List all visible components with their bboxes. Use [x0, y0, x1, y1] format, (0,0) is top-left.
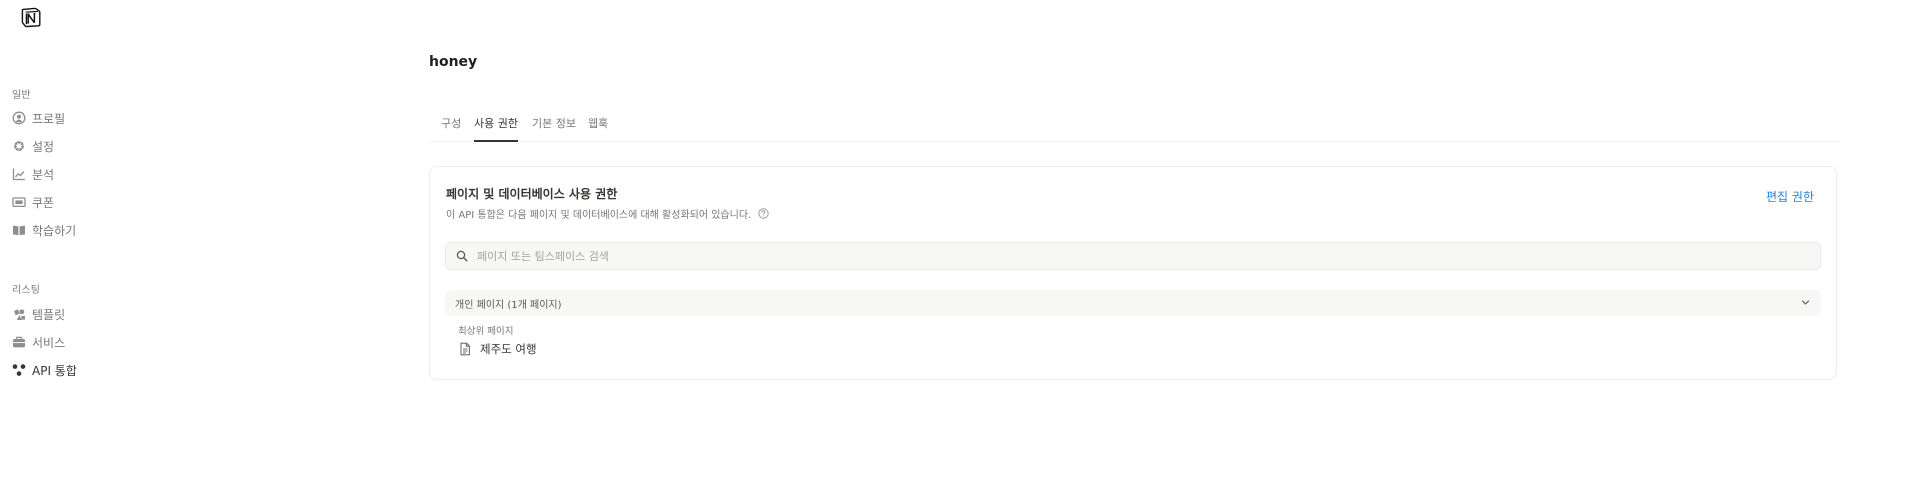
page-list-item[interactable]: 제주도 여행: [458, 341, 537, 357]
sidebar-item-label: 분석: [32, 167, 55, 182]
private-pages-group-header[interactable]: 개인 페이지 (1개 페이지): [445, 290, 1821, 316]
sidebar-item-services[interactable]: 서비스: [12, 332, 65, 352]
sidebar-item-label: 학습하기: [32, 223, 77, 238]
book-icon: [12, 223, 26, 237]
top-level-pages-label: 최상위 페이지: [458, 326, 514, 337]
card-description: 이 API 통합은 다음 페이지 및 데이터베이스에 대해 활성화되어 있습니다…: [446, 206, 769, 221]
sidebar-item-learn[interactable]: 학습하기: [12, 220, 76, 240]
page-search-box[interactable]: [445, 242, 1821, 270]
tab-configuration[interactable]: 구성: [441, 115, 461, 142]
sidebar-item-analytics[interactable]: 분석: [12, 164, 54, 184]
sidebar-item-api-integrations[interactable]: API 통합: [12, 360, 77, 380]
sidebar-item-label: 쿠폰: [32, 195, 55, 210]
permissions-card: 페이지 및 데이터베이스 사용 권한 이 API 통합은 다음 페이지 및 데이…: [429, 166, 1837, 380]
sidebar-section-general: 일반: [12, 90, 31, 101]
group-header-label: 개인 페이지 (1개 페이지): [455, 299, 562, 311]
template-icon: [12, 307, 26, 321]
sidebar-item-label: API 통합: [32, 363, 77, 378]
settings-tabs: 구성 사용 권한 기본 정보 웹훅: [429, 115, 1840, 142]
sidebar-item-label: 설정: [32, 139, 55, 154]
sidebar-item-profile[interactable]: 프로필: [12, 108, 65, 128]
gear-icon: [12, 139, 26, 153]
briefcase-icon: [12, 335, 26, 349]
integration-name-title: honey: [429, 54, 478, 70]
tab-permissions[interactable]: 사용 권한: [474, 115, 518, 142]
coupon-icon: [12, 195, 26, 209]
api-icon: [12, 363, 26, 377]
chart-icon: [12, 167, 26, 181]
sidebar-section-listing: 리스팅: [12, 285, 41, 296]
edit-permissions-link[interactable]: 편집 권한: [1766, 188, 1814, 205]
page-title: 제주도 여행: [480, 342, 537, 356]
sidebar-item-label: 템플릿: [32, 307, 66, 322]
chevron-down-icon[interactable]: [1800, 297, 1811, 308]
sidebar-item-coupons[interactable]: 쿠폰: [12, 192, 54, 212]
sidebar-item-settings[interactable]: 설정: [12, 136, 54, 156]
help-circle-icon[interactable]: [758, 208, 769, 219]
sidebar-item-label: 프로필: [32, 111, 66, 126]
integration-settings-page: 일반 프로필 설정 분석 쿠폰 학습하기 리스팅 템플릿 서비스 API 통합 …: [0, 0, 1920, 496]
tab-basic-info[interactable]: 기본 정보: [532, 115, 576, 142]
sidebar-item-label: 서비스: [32, 335, 66, 350]
notion-logo-icon[interactable]: [20, 6, 42, 28]
tab-webhooks[interactable]: 웹훅: [588, 115, 608, 142]
search-icon: [456, 250, 468, 262]
card-title: 페이지 및 데이터베이스 사용 권한: [446, 187, 618, 201]
card-description-text: 이 API 통합은 다음 페이지 및 데이터베이스에 대해 활성화되어 있습니다…: [446, 210, 752, 221]
document-icon: [458, 342, 472, 356]
profile-icon: [12, 111, 26, 125]
sidebar-item-templates[interactable]: 템플릿: [12, 304, 65, 324]
search-input[interactable]: [475, 248, 1810, 264]
